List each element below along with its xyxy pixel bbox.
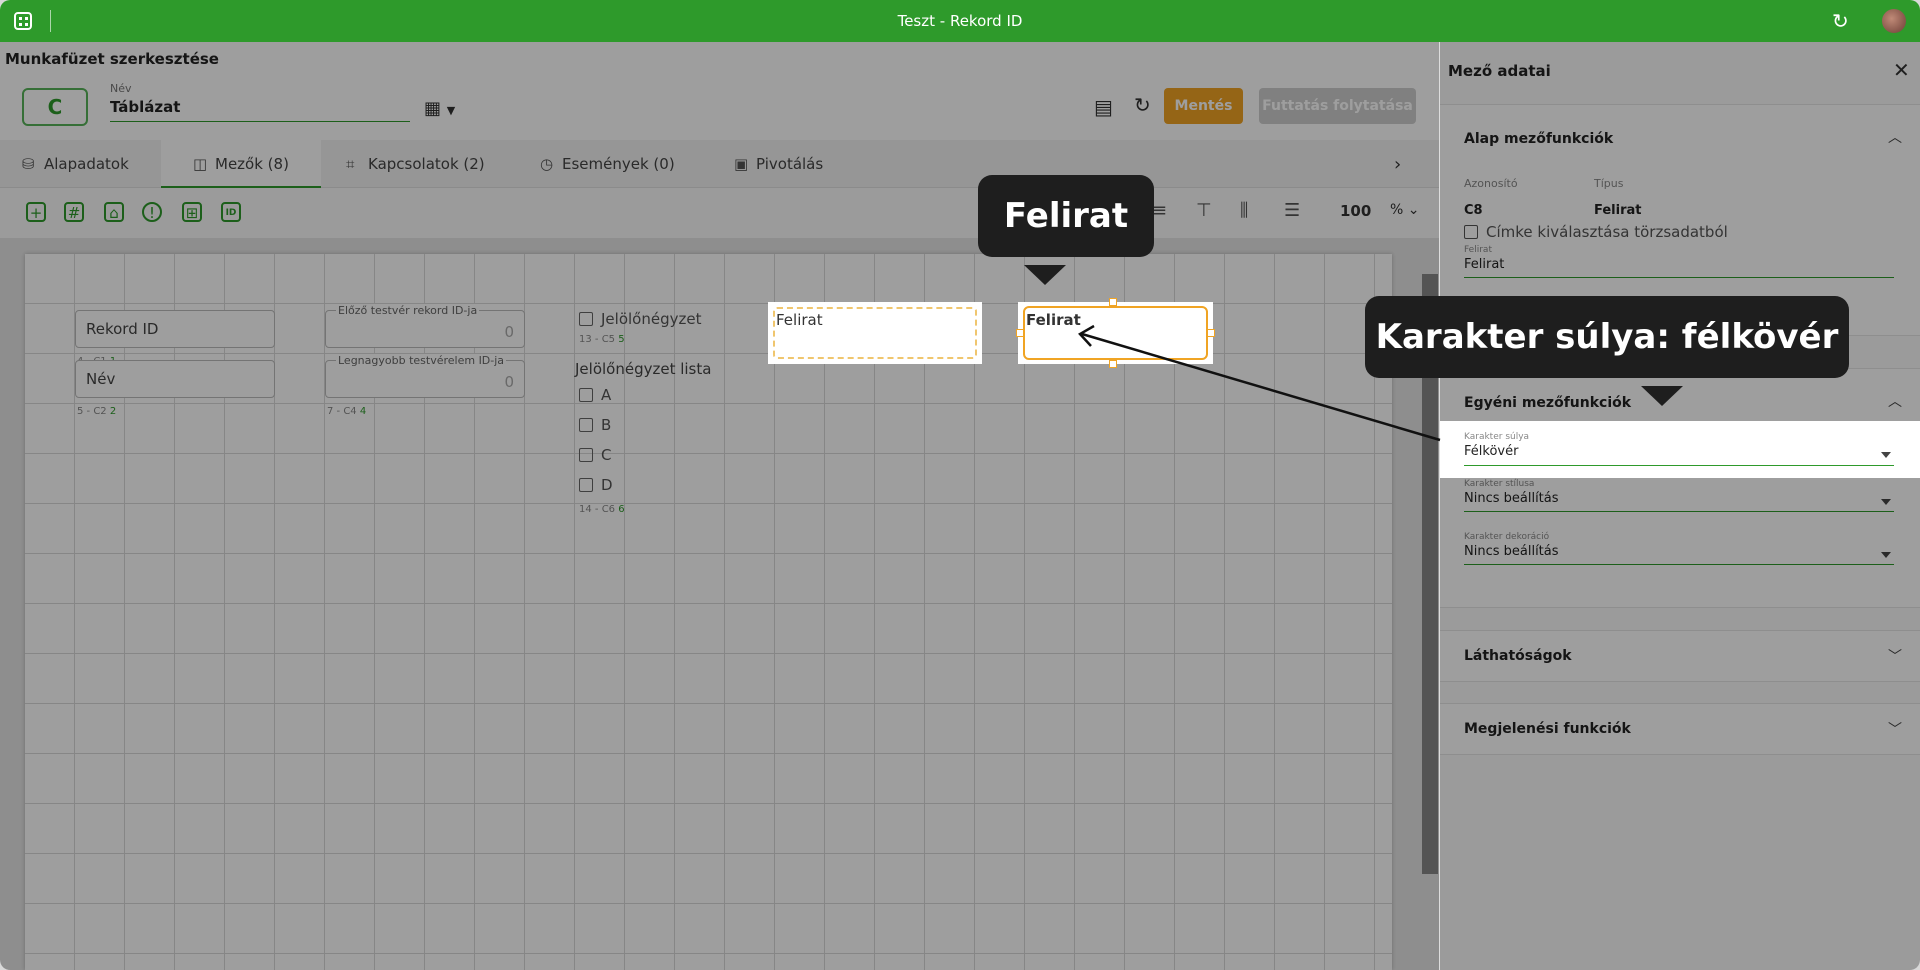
- title-bar: Teszt - Rekord ID ↻: [0, 0, 1920, 42]
- refresh-icon[interactable]: ↻: [1832, 11, 1849, 31]
- panel-dim-bottom: [1440, 478, 1920, 970]
- weight-select[interactable]: Félkövér: [1464, 444, 1518, 459]
- field-text: Felirat: [1026, 311, 1081, 329]
- resize-handle-bottom[interactable]: [1109, 360, 1117, 368]
- field-text: Felirat: [776, 311, 823, 329]
- callout-tail: [1641, 386, 1683, 406]
- weight-underline: [1464, 465, 1894, 466]
- dropdown-arrow-icon[interactable]: [1881, 452, 1891, 458]
- callout-karakter-sulya: Karakter súlya: félkövér: [1365, 296, 1849, 378]
- callout-felirat: Felirat: [978, 175, 1154, 257]
- dim-overlay: [0, 42, 1439, 970]
- weight-label: Karakter súlya: [1464, 432, 1530, 442]
- resize-handle-right[interactable]: [1207, 329, 1215, 337]
- window-title: Teszt - Rekord ID: [897, 12, 1023, 30]
- field-felirat-c8-selected[interactable]: Felirat: [1016, 298, 1215, 368]
- field-felirat-c7[interactable]: Felirat: [768, 302, 982, 364]
- avatar[interactable]: [1882, 9, 1906, 33]
- weight-row[interactable]: Karakter súlya Félkövér: [1440, 421, 1920, 478]
- callout-tail: [1024, 265, 1066, 285]
- resize-handle-left[interactable]: [1016, 329, 1024, 337]
- app-window: Teszt - Rekord ID ↻ Munkafüzet szerkeszt…: [0, 0, 1920, 970]
- field-details-panel: Mező adatai ✕ Alap mezőfunkciók ︿ Azonos…: [1439, 42, 1920, 970]
- resize-handle-top[interactable]: [1109, 298, 1117, 306]
